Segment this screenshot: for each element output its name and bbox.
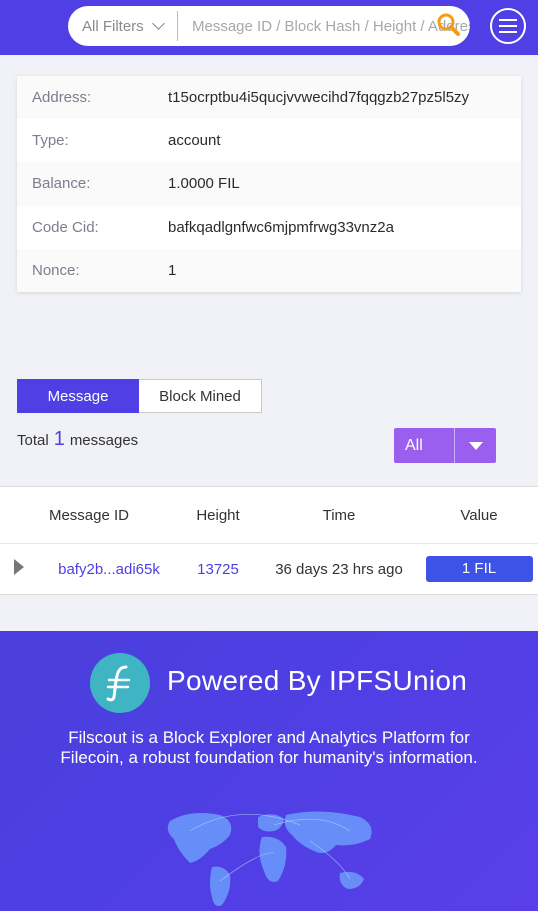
- header-time: Time: [322, 506, 356, 524]
- nonce-value: 1: [168, 261, 177, 279]
- hamburger-icon: [499, 19, 517, 21]
- filecoin-icon: [106, 665, 131, 702]
- height-link[interactable]: 13725: [178, 561, 258, 578]
- filter-label: All Filters: [82, 17, 144, 35]
- select-value: All: [405, 436, 423, 454]
- tab-bar: Message Block Mined: [17, 379, 262, 413]
- code-cid-value: bafkqadlgnfwc6mjpmfrwg33vnz2a: [168, 218, 394, 236]
- info-label: Nonce:: [32, 261, 80, 279]
- filter-dropdown[interactable]: All Filters: [68, 11, 178, 41]
- world-map-image: [167, 811, 372, 906]
- balance-value: 1.0000 FIL: [168, 175, 240, 193]
- caret-down-icon: [455, 441, 496, 450]
- message-id-link[interactable]: bafy2b...adi65k: [40, 561, 178, 578]
- total-prefix: Total: [17, 432, 49, 449]
- search-bar: All Filters: [68, 6, 470, 46]
- info-label: Address:: [32, 89, 92, 107]
- table-row: bafy2b...adi65k 13725 36 days 23 hrs ago…: [0, 544, 538, 594]
- header-value: Value: [460, 506, 498, 524]
- footer: Powered By IPFSUnion Filscout is a Block…: [0, 631, 538, 911]
- filecoin-logo: [90, 653, 150, 713]
- info-row-code-cid: Code Cid: bafkqadlgnfwc6mjpmfrwg33vnz2a: [17, 205, 521, 249]
- total-count: 1: [53, 428, 65, 450]
- time-value: 36 days 23 hrs ago: [275, 560, 403, 578]
- tab-message[interactable]: Message: [17, 379, 139, 413]
- search-icon[interactable]: [436, 12, 462, 38]
- table-header: Message ID Height Time Value: [0, 487, 538, 544]
- chevron-down-icon: [151, 17, 165, 30]
- info-label: Code Cid:: [32, 218, 99, 236]
- header-message-id: Message ID: [48, 506, 130, 524]
- address-value: t15ocrptbu4i5qucjvvwecihd7fqqgzb27pz5l5z…: [168, 89, 470, 107]
- expand-row-icon[interactable]: [14, 559, 24, 575]
- header-height: Height: [196, 506, 240, 524]
- menu-button[interactable]: [490, 8, 526, 44]
- info-label: Balance:: [32, 175, 91, 193]
- search-input[interactable]: [178, 6, 470, 46]
- type-value: account: [168, 132, 221, 150]
- tab-block-mined[interactable]: Block Mined: [139, 379, 262, 413]
- info-row-address: Address: t15ocrptbu4i5qucjvvwecihd7fqqgz…: [17, 76, 521, 120]
- message-type-select[interactable]: All: [394, 428, 496, 463]
- messages-table: Message ID Height Time Value bafy2b...ad…: [0, 486, 538, 595]
- powered-by-title: Powered By IPFSUnion: [167, 665, 468, 696]
- total-suffix: messages: [69, 432, 139, 449]
- top-header: All Filters: [0, 0, 538, 55]
- footer-description: Filscout is a Block Explorer and Analyti…: [60, 728, 478, 767]
- info-row-nonce: Nonce: 1: [17, 248, 521, 292]
- info-row-balance: Balance: 1.0000 FIL: [17, 162, 521, 206]
- total-messages: Total 1 messages: [17, 428, 138, 451]
- info-row-type: Type: account: [17, 119, 521, 163]
- value-badge: 1 FIL: [425, 556, 533, 582]
- info-label: Type:: [32, 132, 69, 150]
- address-info-card: Address: t15ocrptbu4i5qucjvvwecihd7fqqgz…: [17, 76, 521, 292]
